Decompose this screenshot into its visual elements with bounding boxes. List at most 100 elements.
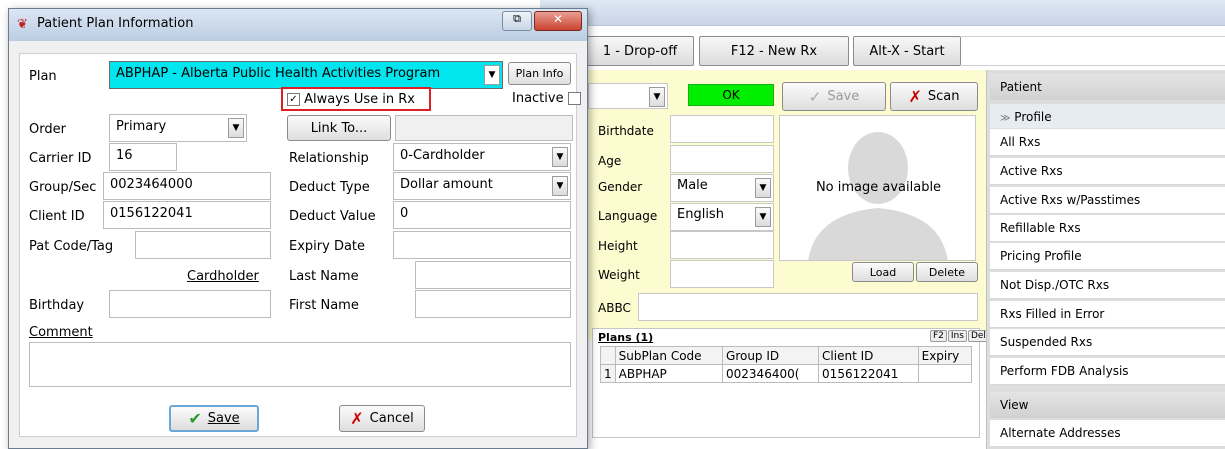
client-id-field[interactable]: 0156122041 <box>103 201 271 229</box>
client-cell[interactable]: 0156122041 <box>818 364 919 383</box>
deduct-value-value: 0 <box>400 206 409 221</box>
plans-title: Plans (1) <box>598 331 654 344</box>
relationship-label: Relationship <box>289 151 369 166</box>
cancel-button[interactable]: ✗ Cancel <box>339 405 425 432</box>
scan-button[interactable]: ✗ Scan <box>890 82 978 111</box>
gender-value: Male <box>677 178 708 193</box>
carrier-id-field[interactable]: 16 <box>109 143 177 171</box>
sidebar-item-active-rxs[interactable]: Active Rxs <box>990 158 1225 185</box>
sidebar-item-suspended-rxs[interactable]: Suspended Rxs <box>990 329 1225 356</box>
dropoff-button[interactable]: 1 - Drop-off <box>586 36 694 66</box>
profile-header-label: Profile <box>1014 110 1052 124</box>
sidebar-item-not-disp-otc-rxs[interactable]: Not Disp./OTC Rxs <box>990 272 1225 299</box>
dialog-titlebar[interactable]: ❦ Patient Plan Information <box>9 9 587 41</box>
save-button[interactable]: ✔ Save <box>169 405 259 432</box>
column-header[interactable]: SubPlan Code <box>614 346 724 365</box>
birthdate-label: Birthdate <box>598 124 654 138</box>
restore-icon[interactable]: ⧉ <box>502 11 532 31</box>
new-rx-button[interactable]: F12 - New Rx <box>699 36 849 66</box>
birthdate-field[interactable] <box>670 115 774 143</box>
subplan-cell[interactable]: ABPHAP <box>614 364 724 383</box>
close-icon[interactable]: ✕ <box>534 11 582 31</box>
patient-combo[interactable]: ▼ <box>588 83 668 109</box>
plan-select[interactable]: ABPHAP - Alberta Public Health Activitie… <box>109 61 503 89</box>
table-row[interactable]: 1 ABPHAP 002346400( 0156122041 <box>600 364 973 383</box>
checkbox-checked-icon[interactable]: ✓ <box>287 93 300 106</box>
f2-key[interactable]: F2 <box>930 330 947 342</box>
age-label: Age <box>598 154 622 168</box>
column-header[interactable]: Group ID <box>722 346 820 365</box>
height-label: Height <box>598 239 638 253</box>
inactive-checkbox[interactable]: Inactive <box>512 91 581 106</box>
save-button-disabled[interactable]: ✓ Save <box>782 82 886 111</box>
chevron-down-icon[interactable]: ▼ <box>649 87 665 107</box>
weight-field[interactable] <box>670 260 774 288</box>
chevron-down-icon[interactable]: ▼ <box>755 178 771 198</box>
chevron-down-icon[interactable]: ▼ <box>755 207 771 227</box>
always-use-checkbox[interactable]: ✓ Always Use in Rx <box>281 87 431 111</box>
cardholder-link[interactable]: Cardholder <box>187 269 259 284</box>
column-header[interactable]: Client ID <box>818 346 919 365</box>
dropoff-label: 1 - Drop-off <box>602 43 678 59</box>
sidebar-item-label: Alternate Addresses <box>1000 426 1121 440</box>
ok-label: OK <box>722 88 740 102</box>
relationship-select[interactable]: 0-Cardholder ▼ <box>393 143 571 171</box>
table-header-row: SubPlan Code Group ID Client ID Expiry <box>600 346 973 365</box>
group-sec-value: 0023464000 <box>110 177 193 192</box>
sidebar-profile-header[interactable]: ≫ Profile <box>990 104 1225 128</box>
chevron-down-icon[interactable]: ▼ <box>484 65 500 85</box>
group-cell[interactable]: 002346400( <box>722 364 820 383</box>
pat-code-field[interactable] <box>135 231 271 259</box>
chevron-down-icon[interactable]: ▼ <box>552 147 568 167</box>
ins-key[interactable]: Ins <box>947 330 967 342</box>
comment-field[interactable] <box>29 342 571 387</box>
checkbox-unchecked-icon[interactable] <box>567 92 581 105</box>
scan-label: Scan <box>927 89 960 104</box>
sidebar-item-pricing-profile[interactable]: Pricing Profile <box>990 243 1225 270</box>
sidebar-item-alternate-addresses[interactable]: Alternate Addresses <box>990 420 1225 447</box>
weight-label: Weight <box>598 268 640 282</box>
first-name-label: First Name <box>289 298 359 313</box>
language-select[interactable]: English ▼ <box>670 203 774 231</box>
deduct-type-select[interactable]: Dollar amount ▼ <box>393 172 571 200</box>
link-to-label: Link To... <box>310 120 368 136</box>
height-field[interactable] <box>670 231 774 259</box>
sidebar-item-all-rxs[interactable]: All Rxs <box>990 129 1225 156</box>
sidebar-item-rxs-filled-in-error[interactable]: Rxs Filled in Error <box>990 301 1225 328</box>
plan-info-button[interactable]: Plan Info <box>508 62 571 85</box>
birthday-field[interactable] <box>109 290 271 318</box>
load-photo-button[interactable]: Load <box>852 262 914 282</box>
deduct-value-field[interactable]: 0 <box>393 201 571 229</box>
chevron-down-icon[interactable]: ▼ <box>552 176 568 196</box>
ok-status: OK <box>688 84 774 106</box>
link-to-button[interactable]: Link To... <box>287 115 391 141</box>
column-header[interactable]: Expiry <box>917 346 973 365</box>
sidebar-item-label: Refillable Rxs <box>1000 221 1081 235</box>
link-to-field <box>395 115 573 141</box>
delete-photo-button[interactable]: Delete <box>916 262 978 282</box>
gender-select[interactable]: Male ▼ <box>670 174 774 202</box>
sidebar-item-active-rxs-w-passtimes[interactable]: Active Rxs w/Passtimes <box>990 187 1225 214</box>
carrier-id-value: 16 <box>116 148 133 163</box>
comment-label: Comment <box>29 325 93 340</box>
sidebar-item-refillable-rxs[interactable]: Refillable Rxs <box>990 215 1225 242</box>
first-name-field[interactable] <box>415 290 571 318</box>
group-sec-field[interactable]: 0023464000 <box>103 172 271 200</box>
order-select[interactable]: Primary ▼ <box>109 114 247 142</box>
expiry-date-field[interactable] <box>393 231 571 259</box>
start-button[interactable]: Alt-X - Start <box>853 36 961 66</box>
sidebar-item-label: Rxs Filled in Error <box>1000 307 1105 321</box>
sidebar-view-header[interactable]: View <box>990 392 1225 418</box>
last-name-field[interactable] <box>415 261 571 289</box>
age-field[interactable] <box>670 145 774 173</box>
chevron-up-icon: ≫ <box>1000 113 1011 124</box>
inactive-label: Inactive <box>512 91 564 106</box>
sidebar-patient-header[interactable]: Patient <box>990 74 1225 100</box>
carrier-id-label: Carrier ID <box>29 151 92 166</box>
chevron-down-icon[interactable]: ▼ <box>228 118 244 138</box>
expiry-cell[interactable] <box>917 364 973 383</box>
sidebar-item-perform-fdb-analysis[interactable]: Perform FDB Analysis <box>990 358 1225 385</box>
cancel-label: Cancel <box>369 411 414 426</box>
language-label: Language <box>598 209 658 223</box>
abbc-field[interactable] <box>638 293 978 321</box>
